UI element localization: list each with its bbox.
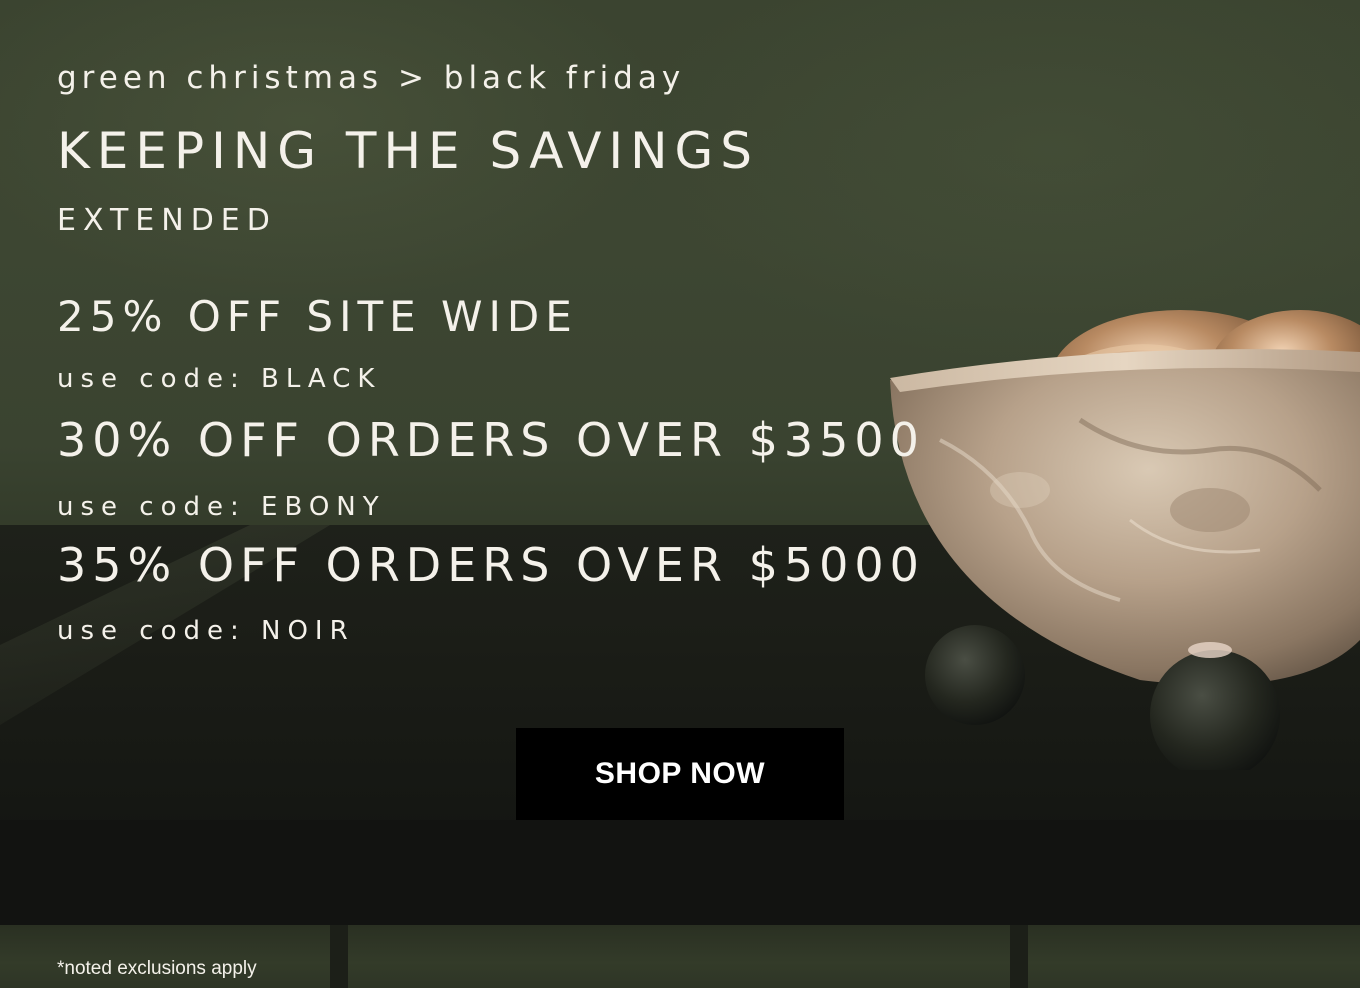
offer-title: 35% OFF ORDERS OVER $5000	[57, 538, 925, 592]
offer-code: use code: BLACK	[57, 364, 382, 394]
table-shelf	[0, 820, 1360, 925]
promo-hero: green christmas > black friday KEEPING T…	[0, 0, 1360, 988]
shop-now-button[interactable]: SHOP NOW	[516, 728, 844, 820]
campaign-breadcrumb: green christmas > black friday	[57, 60, 686, 96]
offer-code: use code: NOIR	[57, 616, 355, 646]
table-leg	[330, 925, 348, 988]
page-subtitle: EXTENDED	[57, 203, 277, 238]
offer-over-5000-code: use code: NOIR	[57, 616, 355, 646]
page-title: KEEPING THE SAVINGS	[57, 122, 760, 180]
offer-over-5000: 35% OFF ORDERS OVER $5000	[57, 538, 925, 592]
stone-bowl-image	[880, 300, 1360, 780]
exclusions-disclaimer: *noted exclusions apply	[57, 958, 257, 979]
offer-title: 30% OFF ORDERS OVER $3500	[57, 413, 925, 467]
offer-over-3500-code: use code: EBONY	[57, 492, 386, 522]
table-leg	[1010, 925, 1028, 988]
offer-code: use code: EBONY	[57, 492, 386, 522]
offer-site-wide-code: use code: BLACK	[57, 364, 381, 394]
offer-over-3500: 30% OFF ORDERS OVER $3500	[57, 413, 925, 467]
offer-site-wide: 25% OFF SITE WIDE	[57, 292, 578, 341]
offer-title: 25% OFF SITE WIDE	[57, 292, 578, 341]
